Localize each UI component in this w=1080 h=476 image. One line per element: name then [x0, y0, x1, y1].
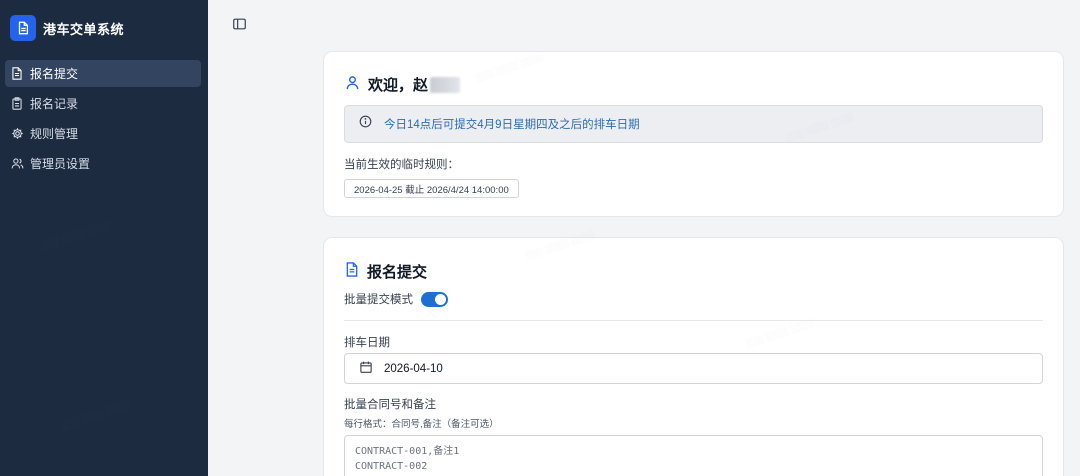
section-title: 报名提交 [345, 261, 427, 282]
redacted-name [430, 76, 461, 93]
welcome-heading: 欢迎，赵 [345, 74, 461, 95]
section-title-text: 报名提交 [367, 264, 428, 281]
rules-label: 当前生效的临时规则： [344, 159, 459, 171]
calendar-icon [360, 360, 372, 378]
welcome-card: 欢迎，赵 今日14点后可提交4月9日星期四及之后的排车日期 当前生效的临时规则：… [323, 51, 1064, 217]
sidebar-item-label: 报名提交 [30, 67, 79, 81]
sidebar: 港车交单系统 报名提交 报名记录 规则管理 管理员设置 ░░░ ░░░░ ░░░… [0, 0, 208, 476]
divider [344, 320, 1043, 321]
sidebar-item-label: 规则管理 [30, 127, 79, 141]
contracts-hint: 每行格式：合同号,备注（备注可选） [344, 419, 499, 430]
clipboard-icon [10, 97, 24, 111]
contract-line: CONTRACT-001,备注1 [355, 446, 460, 457]
sidebar-item-label: 管理员设置 [30, 157, 91, 171]
watermark: ░░░ ░░░░ ░░░░ [60, 399, 131, 431]
submit-card: 报名提交 批量提交模式 排车日期 2026-04-10 批量合同号和备注 每行格… [323, 229, 1064, 476]
app-logo-icon [10, 15, 36, 41]
date-value: 2026-04-10 [384, 362, 443, 375]
app-title: 港车交单系统 [43, 21, 125, 37]
contract-line: CONTRACT-002 [355, 461, 428, 472]
document-icon [10, 67, 24, 81]
batch-mode-row: 批量提交模式 [344, 291, 448, 307]
date-label: 排车日期 [344, 337, 390, 349]
watermark: ░░░ ░░░░ ░░░░ [40, 219, 111, 251]
contracts-label: 批量合同号和备注 [344, 399, 436, 411]
user-icon [345, 75, 360, 95]
brand[interactable]: 港车交单系统 [10, 14, 124, 42]
notice-text: 今日14点后可提交4月9日星期四及之后的排车日期 [384, 119, 640, 131]
watermark: ░░░ ░░░░ ░░░░ [524, 229, 595, 261]
panel-left-icon [233, 17, 246, 35]
document-icon [345, 261, 359, 282]
sidebar-item-admin[interactable]: 管理员设置 [5, 150, 201, 177]
users-icon [10, 157, 24, 171]
date-picker-input[interactable]: 2026-04-10 [344, 353, 1043, 384]
gear-icon [10, 127, 24, 141]
watermark: ░░░ ░░░░ ░░░░ [474, 51, 545, 83]
sidebar-nav: 报名提交 报名记录 规则管理 管理员设置 [0, 60, 208, 180]
toggle-knob [435, 293, 446, 305]
batch-mode-toggle[interactable] [421, 291, 448, 307]
notice-banner: 今日14点后可提交4月9日星期四及之后的排车日期 [344, 105, 1043, 143]
rule-tag: 2026-04-25 截止 2026/4/24 14:00:00 [344, 179, 519, 198]
info-icon [359, 115, 372, 133]
welcome-text: 欢迎，赵 [368, 77, 429, 94]
sidebar-item-records[interactable]: 报名记录 [5, 90, 201, 117]
sidebar-item-rules[interactable]: 规则管理 [5, 120, 201, 147]
batch-mode-label: 批量提交模式 [344, 294, 413, 306]
sidebar-item-submit[interactable]: 报名提交 [5, 60, 201, 87]
sidebar-item-label: 报名记录 [30, 97, 79, 111]
watermark: ░░░ ░░░░ ░░░░ [744, 317, 815, 349]
sidebar-toggle-button[interactable] [232, 18, 247, 33]
contracts-textarea[interactable]: CONTRACT-001,备注1 CONTRACT-002 [344, 435, 1043, 476]
